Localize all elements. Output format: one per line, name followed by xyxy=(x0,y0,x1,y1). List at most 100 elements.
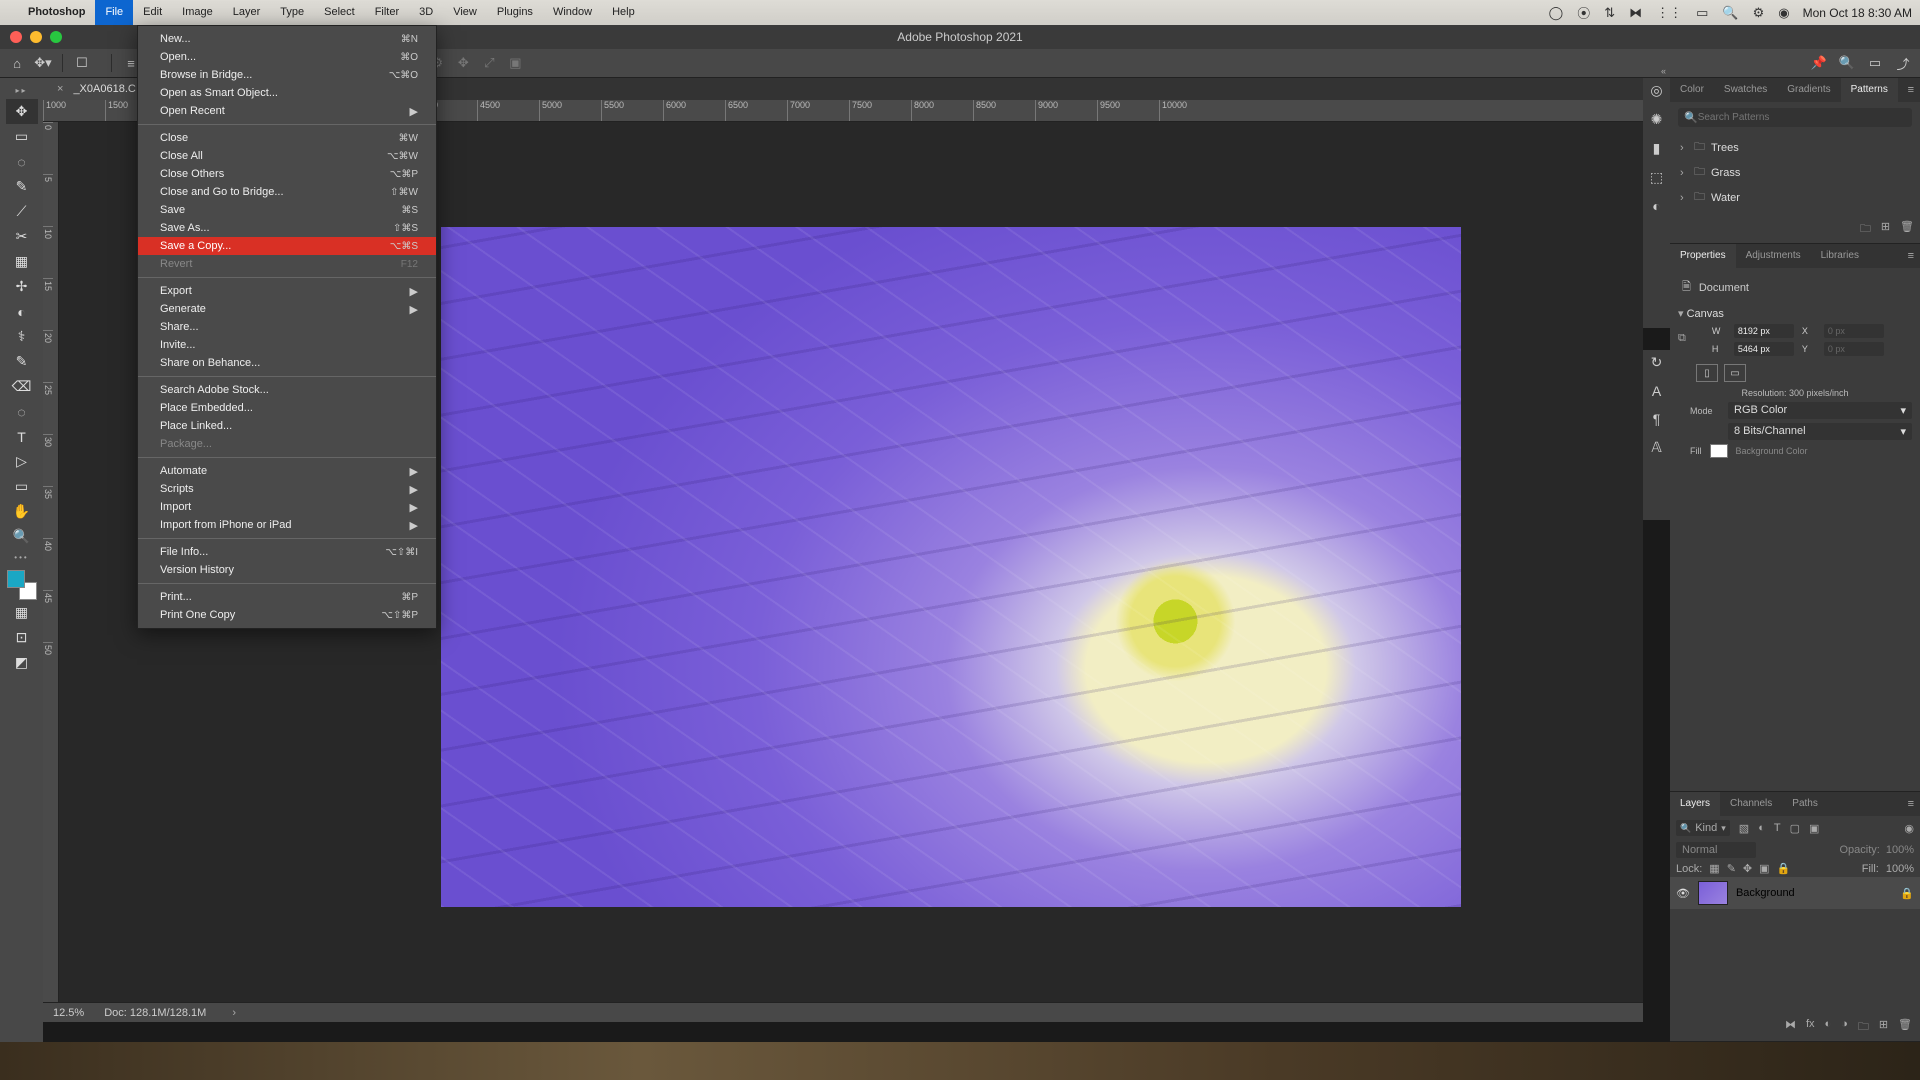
menu-item-invite[interactable]: Invite... xyxy=(138,336,436,354)
tab-libraries[interactable]: Libraries xyxy=(1811,244,1869,268)
pattern-folder-trees[interactable]: ›🗀Trees xyxy=(1678,135,1912,160)
new-folder-icon[interactable]: 🗀 xyxy=(1860,220,1871,239)
patterns-search-input[interactable] xyxy=(1698,112,1906,123)
tool-13[interactable]: T xyxy=(6,424,38,449)
menu-item-generate[interactable]: Generate▶ xyxy=(138,300,436,318)
mode-select[interactable]: RGB Color▾ xyxy=(1728,402,1912,419)
layer-mask-icon[interactable]: ◐ xyxy=(1825,1018,1832,1037)
menu-item-place-linked[interactable]: Place Linked... xyxy=(138,417,436,435)
tab-gradients[interactable]: Gradients xyxy=(1777,78,1840,102)
panel-menu-icon[interactable]: ≡ xyxy=(1902,250,1920,262)
depth-select[interactable]: 8 Bits/Channel▾ xyxy=(1728,423,1912,440)
canvas-section-label[interactable]: Canvas xyxy=(1687,308,1724,320)
panel-menu-icon[interactable]: ≡ xyxy=(1902,798,1920,810)
lock-transparency-icon[interactable]: ▦ xyxy=(1709,862,1719,875)
tool-8[interactable]: ◐ xyxy=(6,299,38,324)
siri-icon[interactable]: ◉ xyxy=(1778,5,1789,21)
menubar-item-select[interactable]: Select xyxy=(314,0,365,25)
tab-properties[interactable]: Properties xyxy=(1670,244,1736,268)
height-value[interactable]: 5464 px xyxy=(1734,342,1794,356)
menu-item-close-all[interactable]: Close All⌥⌘W xyxy=(138,147,436,165)
menu-item-open-recent[interactable]: Open Recent▶ xyxy=(138,102,436,120)
wifi-icon[interactable]: ⋮⋮ xyxy=(1656,5,1682,21)
new-layer-icon[interactable]: ⊞ xyxy=(1879,1018,1888,1037)
tab-color[interactable]: Color xyxy=(1670,78,1714,102)
tool-mode[interactable]: ▦ xyxy=(6,600,38,625)
portrait-icon[interactable]: ▯ xyxy=(1696,364,1718,382)
collapsed-panel-icon[interactable]: ⬚ xyxy=(1650,169,1663,186)
tool-7[interactable]: ✢ xyxy=(6,274,38,299)
width-value[interactable]: 8192 px xyxy=(1734,324,1794,338)
battery-icon[interactable]: ▭ xyxy=(1696,5,1708,21)
share-icon[interactable]: ⤴ xyxy=(1892,52,1914,74)
menu-item-new[interactable]: New...⌘N xyxy=(138,30,436,48)
tab-channels[interactable]: Channels xyxy=(1720,792,1782,816)
menu-item-version-history[interactable]: Version History xyxy=(138,561,436,579)
new-group-icon[interactable]: 🗀 xyxy=(1858,1018,1869,1037)
cc-icon[interactable]: ◯ xyxy=(1549,5,1564,21)
fill-swatch[interactable] xyxy=(1710,444,1728,458)
tab-swatches[interactable]: Swatches xyxy=(1714,78,1777,102)
menubar-item-help[interactable]: Help xyxy=(602,0,645,25)
document-tab[interactable]: × _X0A0618.C xyxy=(43,78,147,100)
expand-panels-icon[interactable]: « xyxy=(1661,66,1666,76)
tab-paths[interactable]: Paths xyxy=(1782,792,1828,816)
tool-1[interactable]: ▭ xyxy=(6,124,38,149)
patterns-search[interactable]: 🔍 xyxy=(1678,108,1912,127)
tool-2[interactable]: ◌ xyxy=(6,149,38,174)
menu-item-browse-in-bridge[interactable]: Browse in Bridge...⌥⌘O xyxy=(138,66,436,84)
menu-item-close-others[interactable]: Close Others⌥⌘P xyxy=(138,165,436,183)
menubar-item-type[interactable]: Type xyxy=(270,0,314,25)
statusbar-menu-icon[interactable]: › xyxy=(232,1007,236,1019)
filter-toggle-icon[interactable]: ◉ xyxy=(1904,822,1914,835)
collapsed-panel-icon[interactable]: ✺ xyxy=(1651,111,1663,128)
blend-mode-select[interactable]: Normal xyxy=(1676,842,1756,858)
fill-value-2[interactable]: 100% xyxy=(1886,863,1914,875)
sync-icon[interactable]: ⇅ xyxy=(1604,5,1615,21)
lock-all-icon[interactable]: 🔒 xyxy=(1777,862,1791,875)
tool-4[interactable]: ⟋ xyxy=(6,199,38,224)
pin-icon[interactable]: 📌 xyxy=(1808,52,1830,74)
collapsed-panel-icon[interactable]: A xyxy=(1652,383,1661,399)
spotlight-icon[interactable]: 🔍 xyxy=(1722,5,1738,21)
menu-item-export[interactable]: Export▶ xyxy=(138,282,436,300)
menubar-item-window[interactable]: Window xyxy=(543,0,602,25)
menu-item-place-embedded[interactable]: Place Embedded... xyxy=(138,399,436,417)
menu-item-open-as-smart-object[interactable]: Open as Smart Object... xyxy=(138,84,436,102)
delete-layer-icon[interactable]: 🗑 xyxy=(1898,1018,1912,1037)
collapsed-panel-icon[interactable]: 𝔸 xyxy=(1651,439,1661,456)
filter-smart-icon[interactable]: ▣ xyxy=(1809,822,1819,835)
filter-pixel-icon[interactable]: ▧ xyxy=(1739,822,1749,835)
tool-16[interactable]: ✋ xyxy=(6,499,38,524)
menu-item-print[interactable]: Print...⌘P xyxy=(138,588,436,606)
tool-12[interactable]: ◌ xyxy=(6,399,38,424)
menubar-item-layer[interactable]: Layer xyxy=(223,0,271,25)
link-wh-icon[interactable]: ⧉ xyxy=(1678,332,1686,345)
layer-item-background[interactable]: 👁 Background 🔒 xyxy=(1670,877,1920,909)
tool-10[interactable]: ✎ xyxy=(6,349,38,374)
collapsed-panel-icon[interactable]: ◐ xyxy=(1652,198,1660,214)
tool-17[interactable]: 🔍 xyxy=(6,524,38,549)
pattern-folder-water[interactable]: ›🗀Water xyxy=(1678,185,1912,210)
filter-adjust-icon[interactable]: ◐ xyxy=(1758,822,1765,834)
pattern-folder-grass[interactable]: ›🗀Grass xyxy=(1678,160,1912,185)
tool-9[interactable]: ⚕ xyxy=(6,324,38,349)
bluetooth-icon[interactable]: ⧓ xyxy=(1629,5,1642,21)
filter-shape-icon[interactable]: ▢ xyxy=(1790,822,1800,835)
lock-position-icon[interactable]: ✥ xyxy=(1743,862,1752,875)
menu-item-open[interactable]: Open...⌘O xyxy=(138,48,436,66)
tool-5[interactable]: ✂ xyxy=(6,224,38,249)
search-icon[interactable]: 🔍 xyxy=(1836,52,1858,74)
adjustment-layer-icon[interactable]: ◑ xyxy=(1841,1018,1848,1037)
close-tab-icon[interactable]: × xyxy=(57,83,63,95)
visibility-icon[interactable]: 👁 xyxy=(1676,887,1690,900)
layer-filter-kind[interactable]: 🔍 Kind ▾ xyxy=(1676,820,1730,836)
menu-item-import-from-iphone-or-ipad[interactable]: Import from iPhone or iPad▶ xyxy=(138,516,436,534)
menu-item-close[interactable]: Close⌘W xyxy=(138,129,436,147)
menu-item-automate[interactable]: Automate▶ xyxy=(138,462,436,480)
tool-6[interactable]: ▦ xyxy=(6,249,38,274)
menu-item-close-and-go-to-bridge[interactable]: Close and Go to Bridge...⇧⌘W xyxy=(138,183,436,201)
menubar-item-edit[interactable]: Edit xyxy=(133,0,172,25)
collapsed-panel-icon[interactable]: ▮ xyxy=(1653,140,1661,157)
record-icon[interactable]: ⦿ xyxy=(1577,3,1590,22)
